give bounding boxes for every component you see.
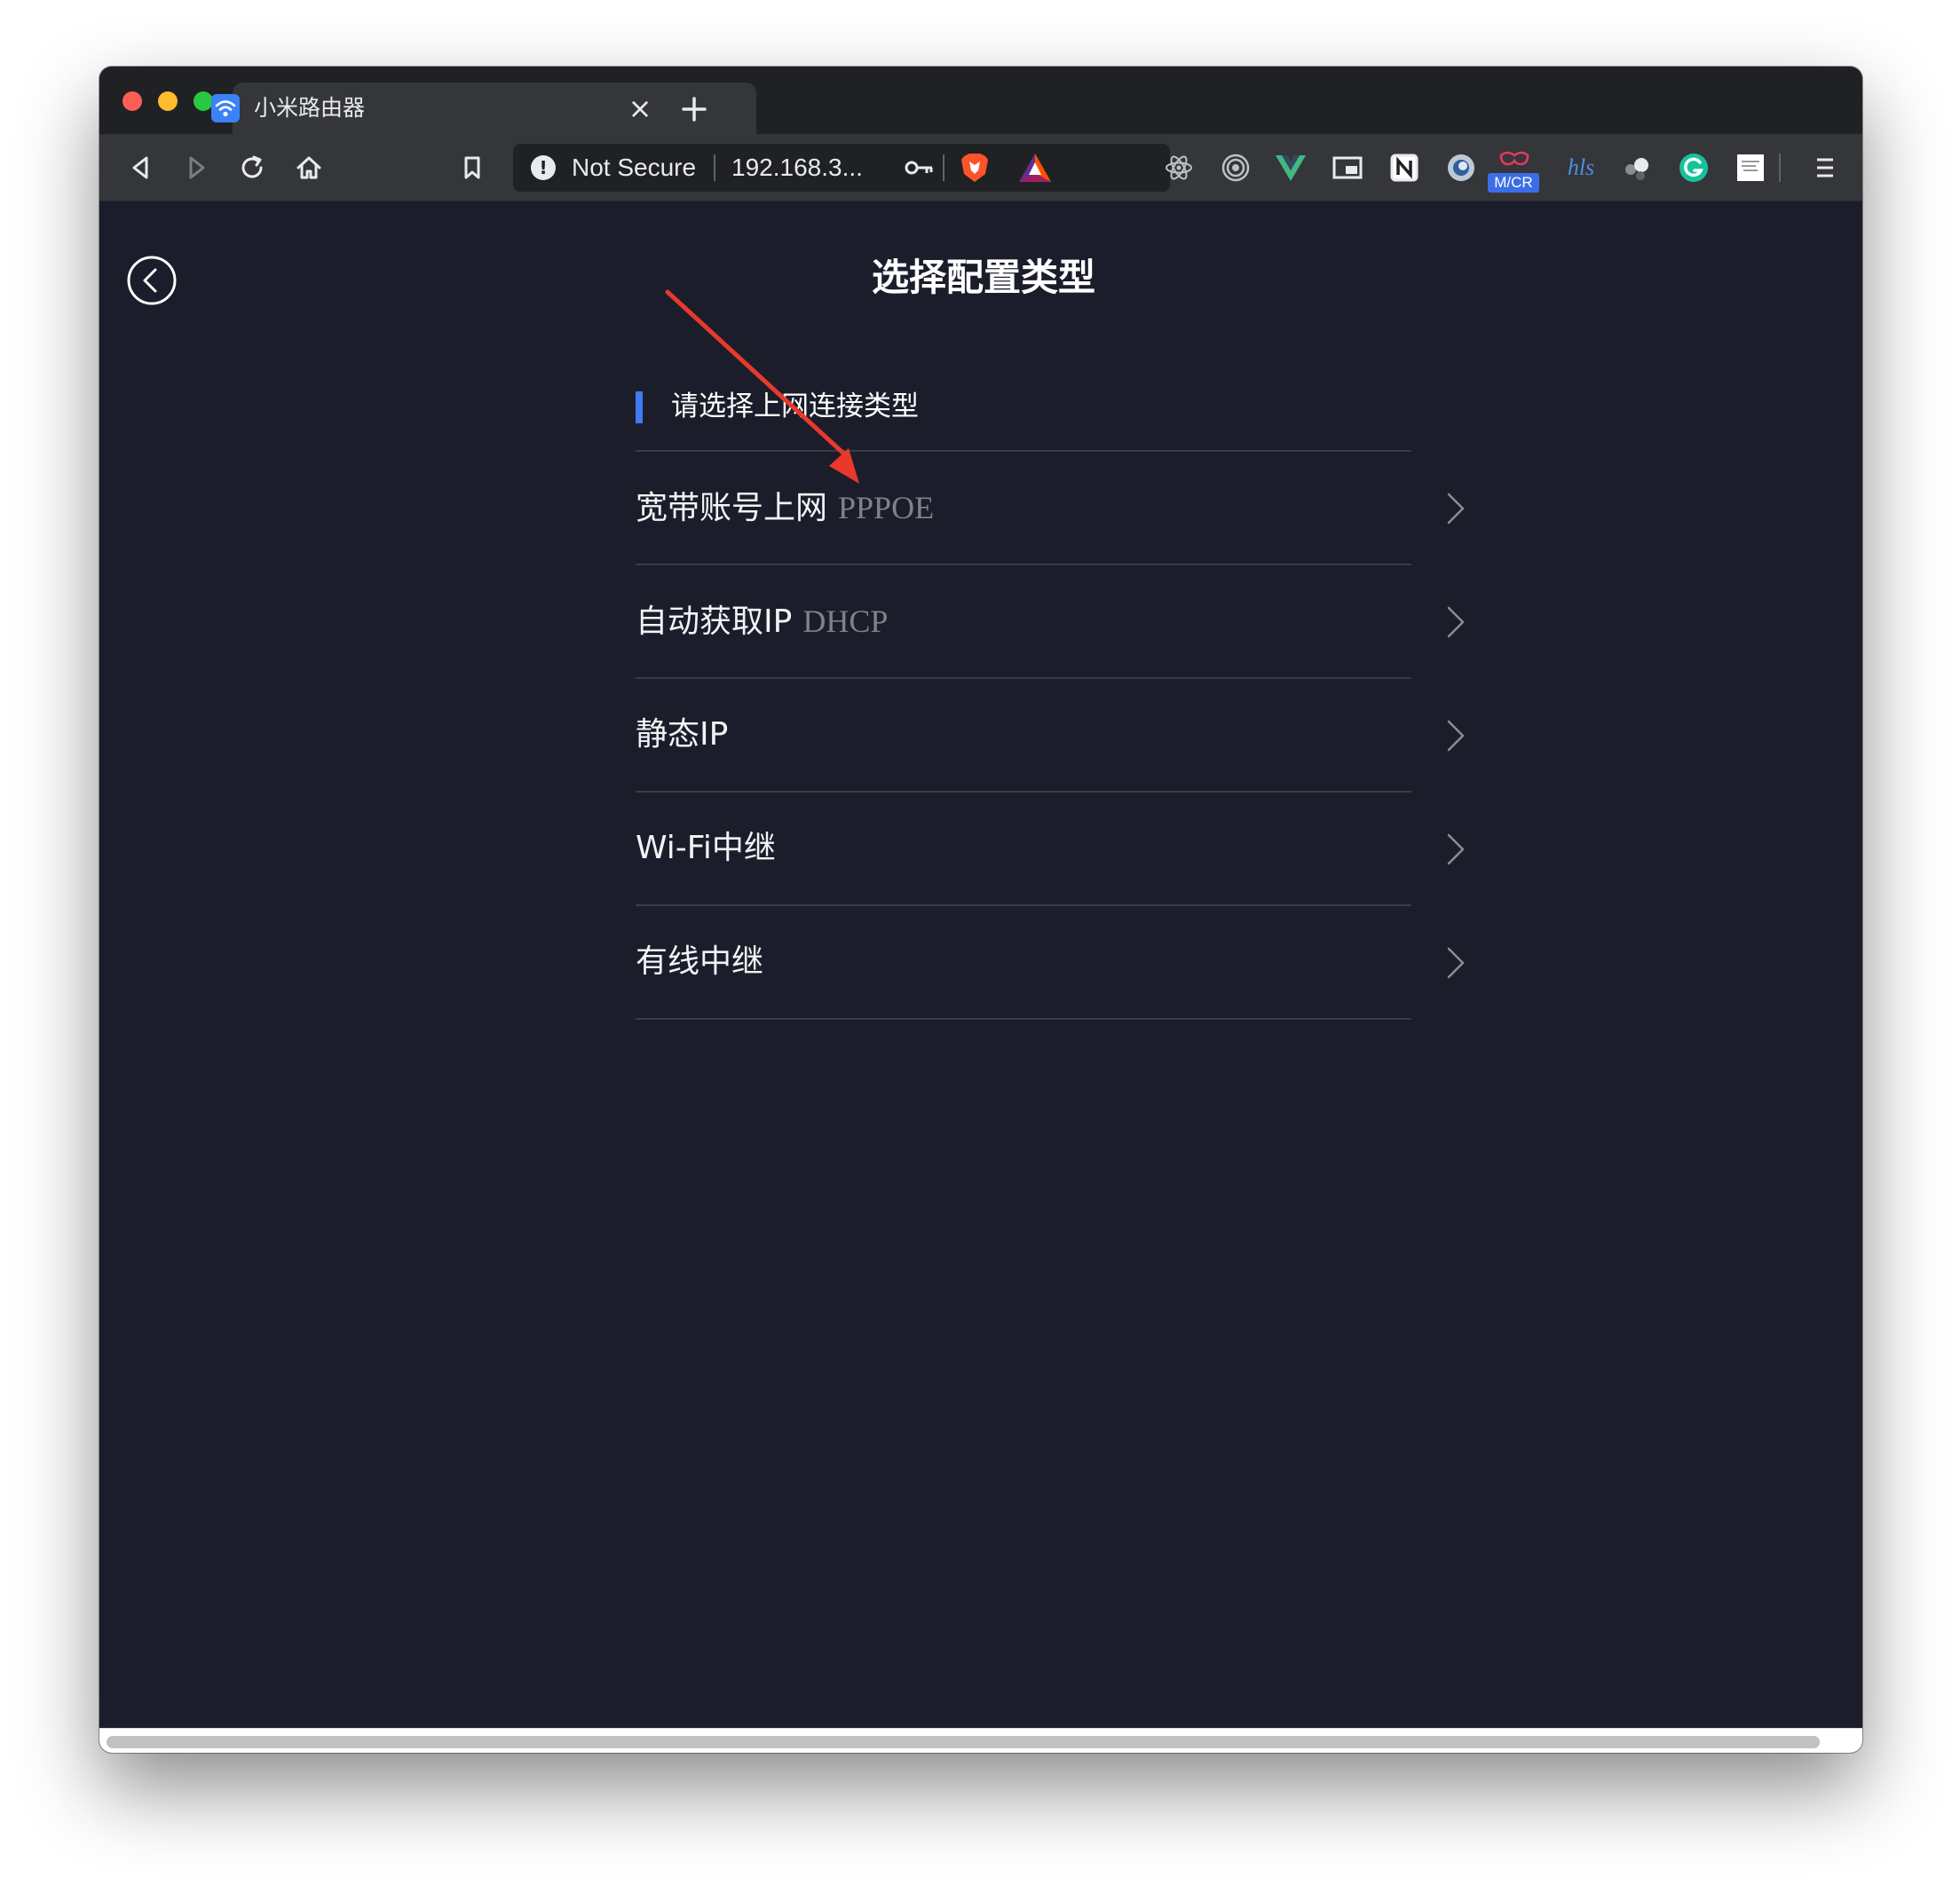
bookmark-button[interactable] bbox=[454, 150, 490, 185]
chevron-right-icon bbox=[1447, 947, 1465, 979]
bookmark-icon bbox=[464, 156, 480, 179]
notion-icon[interactable] bbox=[1387, 150, 1422, 185]
option-wired-relay[interactable]: 有线中继 bbox=[636, 906, 1465, 1020]
omnibox-divider bbox=[714, 154, 715, 181]
connection-type-list: 宽带账号上网 PPPOE 自动获取IP DHCP 静态IP Wi-Fi中继 有线… bbox=[636, 450, 1465, 1020]
menu-button[interactable] bbox=[1807, 150, 1843, 185]
chevron-right-icon bbox=[1447, 493, 1465, 524]
brave-shield-icon[interactable] bbox=[959, 151, 991, 185]
triangle-left-icon bbox=[132, 156, 148, 179]
section-accent-bar bbox=[636, 391, 643, 423]
triangle-right-icon bbox=[189, 156, 205, 179]
option-label: 静态IP bbox=[636, 716, 729, 753]
option-dhcp[interactable]: 自动获取IP DHCP bbox=[636, 565, 1465, 679]
home-button[interactable] bbox=[291, 150, 327, 185]
option-label: Wi-Fi中继 bbox=[636, 830, 776, 866]
minimize-window-button[interactable] bbox=[158, 91, 178, 111]
option-label: 宽带账号上网 bbox=[636, 490, 828, 526]
new-tab-button[interactable] bbox=[675, 90, 714, 129]
option-static-ip[interactable]: 静态IP bbox=[636, 679, 1465, 793]
hamburger-menu-icon bbox=[1817, 158, 1833, 177]
zoom-window-button[interactable] bbox=[194, 91, 213, 111]
spheres-icon[interactable] bbox=[1619, 150, 1655, 185]
back-button[interactable] bbox=[122, 150, 158, 185]
reload-icon bbox=[241, 155, 263, 178]
react-devtools-icon[interactable] bbox=[1161, 150, 1197, 185]
section-label: 请选择上网连接类型 bbox=[671, 390, 919, 422]
tab-close-button[interactable]: × bbox=[623, 91, 657, 125]
forward-button[interactable] bbox=[179, 150, 215, 185]
option-wifi-relay[interactable]: Wi-Fi中继 bbox=[636, 793, 1465, 906]
grammarly-icon[interactable] bbox=[1676, 150, 1711, 185]
hls-extension-icon[interactable]: hls bbox=[1559, 152, 1603, 184]
horizontal-scrollbar[interactable] bbox=[99, 1728, 1862, 1753]
router-setup-page: 选择配置类型 请选择上网连接类型 宽带账号上网 PPPOE 自动获取IP DHCP bbox=[99, 201, 1862, 1728]
url-text[interactable]: 192.168.3... bbox=[731, 153, 863, 183]
chevron-right-icon bbox=[1447, 833, 1465, 865]
omnibox-divider bbox=[943, 154, 944, 181]
option-pppoe[interactable]: 宽带账号上网 PPPOE bbox=[636, 452, 1465, 565]
wifi-icon bbox=[211, 94, 240, 122]
page-title: 选择配置类型 bbox=[871, 256, 1095, 299]
address-bar[interactable]: ! Not Secure 192.168.3... bbox=[513, 144, 1170, 192]
close-window-button[interactable] bbox=[122, 91, 142, 111]
security-status[interactable]: Not Secure bbox=[572, 153, 696, 183]
picture-in-picture-icon[interactable] bbox=[1330, 150, 1365, 185]
chevron-right-icon bbox=[1447, 720, 1465, 752]
toolbar-divider bbox=[1779, 154, 1781, 182]
option-label: 有线中继 bbox=[636, 943, 764, 980]
browser-window: 小米路由器 × ! Not Secure 192.168.3... M/CR h… bbox=[99, 67, 1862, 1753]
option-sub-label: PPPOE bbox=[838, 490, 935, 525]
tab-strip: 小米路由器 × bbox=[99, 67, 1862, 134]
target-icon[interactable] bbox=[1218, 150, 1253, 185]
option-label: 自动获取IP bbox=[636, 603, 793, 640]
enable-right-click-icon[interactable] bbox=[1733, 150, 1768, 185]
scrollbar-thumb[interactable] bbox=[107, 1736, 1820, 1748]
tab-title: 小米路由器 bbox=[254, 95, 366, 121]
bat-rewards-icon[interactable] bbox=[1017, 152, 1053, 184]
reload-button[interactable] bbox=[234, 150, 270, 185]
chevron-right-icon bbox=[1447, 606, 1465, 638]
vue-devtools-icon[interactable] bbox=[1273, 150, 1308, 185]
key-icon[interactable] bbox=[904, 154, 936, 181]
mcr-extension-label[interactable]: M/CR bbox=[1488, 173, 1539, 193]
plus-icon bbox=[682, 97, 707, 122]
browser-toolbar: ! Not Secure 192.168.3... M/CR hls bbox=[99, 134, 1862, 201]
drop-icon[interactable] bbox=[1443, 150, 1479, 185]
warning-icon[interactable]: ! bbox=[531, 155, 556, 180]
option-sub-label: DHCP bbox=[802, 603, 889, 639]
home-icon bbox=[296, 156, 321, 179]
